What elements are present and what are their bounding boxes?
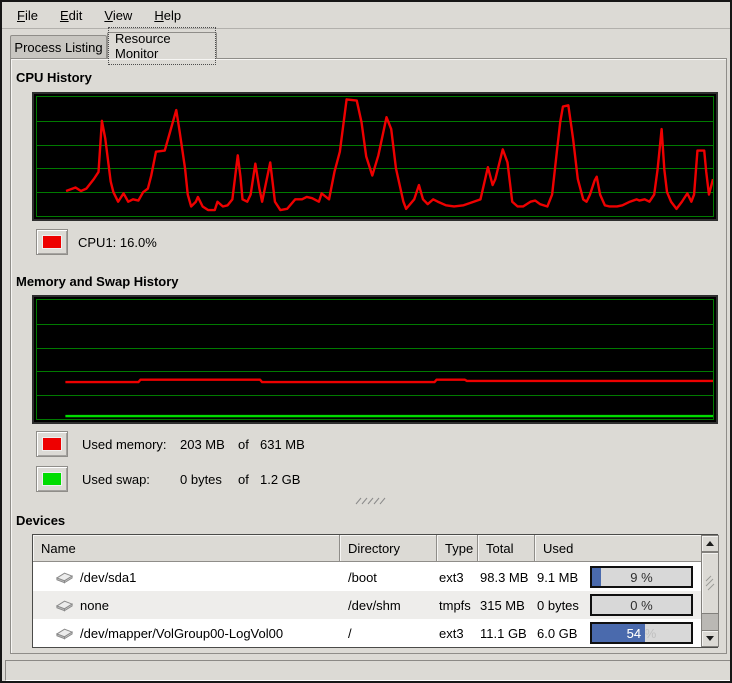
- down-arrow-icon: [706, 636, 714, 641]
- disk-icon: [55, 598, 74, 612]
- swap-color-swatch-button[interactable]: [36, 466, 68, 492]
- scrollbar-thumb[interactable]: [701, 552, 719, 614]
- cpu-history-graph: [32, 92, 718, 221]
- cpu-color-swatch: [42, 235, 62, 249]
- pane-resize-grip[interactable]: [354, 494, 388, 504]
- device-name: /dev/mapper/VolGroup00-LogVol00: [80, 626, 283, 641]
- memory-swap-history-graph: [32, 295, 718, 424]
- swap-legend-label: Used swap:: [82, 466, 150, 492]
- disk-icon: [55, 626, 74, 640]
- device-type: ext3: [437, 563, 478, 591]
- menu-item-file[interactable]: File: [6, 4, 49, 27]
- memory-total-value: 631 MB: [260, 431, 305, 457]
- swap-legend-row: Used swap: 0 bytes of 1.2 GB: [78, 466, 418, 492]
- up-arrow-icon: [706, 541, 714, 546]
- device-total: 315 MB: [478, 591, 535, 619]
- cpu-history-title: CPU History: [16, 70, 92, 85]
- device-total: 98.3 MB: [478, 563, 535, 591]
- scrollbar-trough[interactable]: [701, 614, 719, 630]
- menu-item-edit[interactable]: Edit: [49, 4, 93, 27]
- scroll-up-button[interactable]: [701, 535, 719, 552]
- device-row[interactable]: none /dev/shm tmpfs 315 MB 0 bytes 0 % 0…: [33, 591, 701, 619]
- memory-legend-label: Used memory:: [82, 431, 167, 457]
- column-header-directory[interactable]: Directory: [340, 535, 437, 562]
- swap-color-swatch: [42, 472, 62, 486]
- cpu-plot-area: [36, 96, 714, 217]
- column-header-used[interactable]: Used: [535, 535, 701, 562]
- device-used: 6.0 GB: [537, 626, 590, 641]
- vertical-scrollbar[interactable]: [701, 535, 719, 647]
- grip-hatch-icon: [354, 496, 388, 506]
- memory-swap-line-chart: [37, 300, 713, 419]
- status-bar: [5, 660, 731, 681]
- device-directory: /boot: [340, 563, 437, 591]
- memory-color-swatch-button[interactable]: [36, 431, 68, 457]
- tab-process-listing[interactable]: Process Listing: [10, 35, 107, 59]
- device-row[interactable]: /dev/sda1 /boot ext3 98.3 MB 9.1 MB 9 % …: [33, 563, 701, 591]
- usage-progress-bar: 0 % 0 %: [590, 594, 693, 616]
- usage-progress-bar: 54 % 54 %: [590, 622, 693, 644]
- memory-plot-area: [36, 299, 714, 420]
- thumb-grip-icon: [705, 575, 715, 591]
- disk-icon: [55, 570, 74, 584]
- memory-legend-row: Used memory: 203 MB of 631 MB: [78, 431, 418, 457]
- device-name: /dev/sda1: [80, 570, 136, 585]
- device-type: tmpfs: [437, 591, 478, 619]
- menu-item-view[interactable]: View: [93, 4, 143, 27]
- device-used: 0 bytes: [537, 598, 590, 613]
- progress-label: 0 %: [592, 596, 691, 614]
- tab-resource-monitor[interactable]: Resource Monitor: [107, 32, 217, 59]
- cpu-legend-label: CPU1: 16.0%: [78, 229, 157, 255]
- menu-item-help[interactable]: Help: [143, 4, 192, 27]
- device-total: 11.1 GB: [478, 619, 535, 647]
- device-used: 9.1 MB: [537, 570, 590, 585]
- devices-title: Devices: [16, 513, 65, 528]
- device-row[interactable]: /dev/mapper/VolGroup00-LogVol00 / ext3 1…: [33, 619, 701, 647]
- progress-label: 9 %: [592, 568, 691, 586]
- devices-table: Name Directory Type Total Used /dev/sda1…: [32, 534, 718, 648]
- column-header-total[interactable]: Total: [478, 535, 535, 562]
- swap-of-text: of: [238, 466, 249, 492]
- device-directory: /dev/shm: [340, 591, 437, 619]
- cpu-usage-line-chart: [37, 97, 713, 216]
- scroll-down-button[interactable]: [701, 630, 719, 647]
- usage-progress-bar: 9 % 9 %: [590, 566, 693, 588]
- memory-color-swatch: [42, 437, 62, 451]
- tab-label: Process Listing: [14, 40, 102, 55]
- column-header-name[interactable]: Name: [33, 535, 340, 562]
- memory-used-value: 203 MB: [180, 431, 225, 457]
- device-name: none: [80, 598, 109, 613]
- menu-bar: File Edit View Help: [2, 2, 730, 29]
- cpu-color-swatch-button[interactable]: [36, 229, 68, 255]
- tab-label: Resource Monitor: [108, 27, 216, 65]
- memory-swap-history-title: Memory and Swap History: [16, 274, 179, 289]
- device-directory: /: [340, 619, 437, 647]
- swap-used-value: 0 bytes: [180, 466, 222, 492]
- column-header-type[interactable]: Type: [437, 535, 478, 562]
- device-type: ext3: [437, 619, 478, 647]
- swap-total-value: 1.2 GB: [260, 466, 300, 492]
- system-monitor-window: File Edit View Help Process Listing Reso…: [0, 0, 732, 683]
- memory-of-text: of: [238, 431, 249, 457]
